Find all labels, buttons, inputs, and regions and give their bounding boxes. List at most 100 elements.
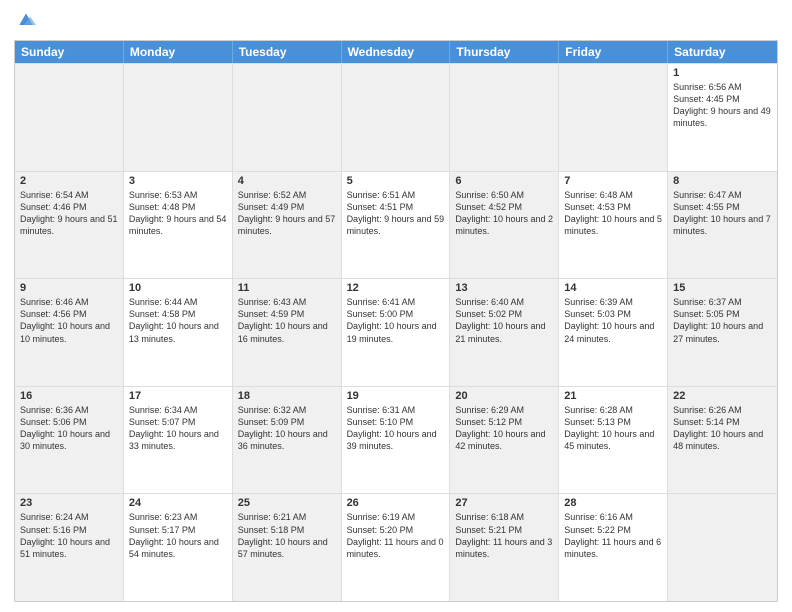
day-cell-26: 26 Sunrise: 6:19 AM Sunset: 5:20 PM Dayli… (342, 494, 451, 601)
calendar-header: SundayMondayTuesdayWednesdayThursdayFrid… (15, 41, 777, 63)
day-number: 16 (20, 390, 118, 402)
calendar-body: 1Sunrise: 6:56 AM Sunset: 4:45 PM Daylig… (15, 63, 777, 601)
day-number: 5 (347, 175, 445, 187)
day-cell-4: 4 Sunrise: 6:52 AM Sunset: 4:49 PM Daylig… (233, 172, 342, 279)
day-number: 11 (238, 282, 336, 294)
day-info: Sunrise: 6:37 AM Sunset: 5:05 PM Dayligh… (673, 296, 772, 345)
day-number: 19 (347, 390, 445, 402)
day-cell-1: 1Sunrise: 6:56 AM Sunset: 4:45 PM Daylig… (668, 64, 777, 171)
day-number: 7 (564, 175, 662, 187)
weekday-header-wednesday: Wednesday (342, 41, 451, 63)
day-info: Sunrise: 6:48 AM Sunset: 4:53 PM Dayligh… (564, 189, 662, 238)
calendar-row-1: 2 Sunrise: 6:54 AM Sunset: 4:46 PM Daylig… (15, 171, 777, 279)
day-cell-8: 8 Sunrise: 6:47 AM Sunset: 4:55 PM Daylig… (668, 172, 777, 279)
day-number: 20 (455, 390, 553, 402)
day-cell-22: 22 Sunrise: 6:26 AM Sunset: 5:14 PM Dayli… (668, 387, 777, 494)
day-info: Sunrise: 6:18 AM Sunset: 5:21 PM Dayligh… (455, 511, 553, 560)
calendar-row-0: 1Sunrise: 6:56 AM Sunset: 4:45 PM Daylig… (15, 63, 777, 171)
day-cell-5: 5Sunrise: 6:51 AM Sunset: 4:51 PM Daylig… (342, 172, 451, 279)
day-info: Sunrise: 6:31 AM Sunset: 5:10 PM Dayligh… (347, 404, 445, 453)
day-info: Sunrise: 6:24 AM Sunset: 5:16 PM Dayligh… (20, 511, 118, 560)
day-number: 14 (564, 282, 662, 294)
day-number: 25 (238, 497, 336, 509)
day-cell-25: 25 Sunrise: 6:21 AM Sunset: 5:18 PM Dayli… (233, 494, 342, 601)
day-cell-13: 13 Sunrise: 6:40 AM Sunset: 5:02 PM Dayli… (450, 279, 559, 386)
calendar: SundayMondayTuesdayWednesdayThursdayFrid… (14, 40, 778, 602)
day-cell-20: 20 Sunrise: 6:29 AM Sunset: 5:12 PM Dayli… (450, 387, 559, 494)
weekday-header-thursday: Thursday (450, 41, 559, 63)
day-cell-27: 27 Sunrise: 6:18 AM Sunset: 5:21 PM Dayli… (450, 494, 559, 601)
day-number: 6 (455, 175, 553, 187)
day-cell-23: 23Sunrise: 6:24 AM Sunset: 5:16 PM Dayli… (15, 494, 124, 601)
day-info: Sunrise: 6:46 AM Sunset: 4:56 PM Dayligh… (20, 296, 118, 345)
day-info: Sunrise: 6:29 AM Sunset: 5:12 PM Dayligh… (455, 404, 553, 453)
day-number: 10 (129, 282, 227, 294)
day-cell-10: 10 Sunrise: 6:44 AM Sunset: 4:58 PM Dayli… (124, 279, 233, 386)
day-number: 17 (129, 390, 227, 402)
day-info: Sunrise: 6:50 AM Sunset: 4:52 PM Dayligh… (455, 189, 553, 238)
day-number: 8 (673, 175, 772, 187)
day-info: Sunrise: 6:26 AM Sunset: 5:14 PM Dayligh… (673, 404, 772, 453)
day-number: 4 (238, 175, 336, 187)
day-cell-15: 15 Sunrise: 6:37 AM Sunset: 5:05 PM Dayli… (668, 279, 777, 386)
empty-cell-0-4 (450, 64, 559, 171)
day-info: Sunrise: 6:40 AM Sunset: 5:02 PM Dayligh… (455, 296, 553, 345)
day-cell-3: 3Sunrise: 6:53 AM Sunset: 4:48 PM Daylig… (124, 172, 233, 279)
page: SundayMondayTuesdayWednesdayThursdayFrid… (0, 0, 792, 612)
empty-cell-0-0 (15, 64, 124, 171)
day-info: Sunrise: 6:41 AM Sunset: 5:00 PM Dayligh… (347, 296, 445, 345)
day-info: Sunrise: 6:34 AM Sunset: 5:07 PM Dayligh… (129, 404, 227, 453)
empty-cell-0-2 (233, 64, 342, 171)
empty-cell-0-5 (559, 64, 668, 171)
logo (14, 12, 36, 32)
day-info: Sunrise: 6:43 AM Sunset: 4:59 PM Dayligh… (238, 296, 336, 345)
day-number: 2 (20, 175, 118, 187)
weekday-header-saturday: Saturday (668, 41, 777, 63)
day-number: 15 (673, 282, 772, 294)
day-number: 13 (455, 282, 553, 294)
day-cell-17: 17 Sunrise: 6:34 AM Sunset: 5:07 PM Dayli… (124, 387, 233, 494)
day-cell-24: 24 Sunrise: 6:23 AM Sunset: 5:17 PM Dayli… (124, 494, 233, 601)
day-cell-11: 11 Sunrise: 6:43 AM Sunset: 4:59 PM Dayli… (233, 279, 342, 386)
day-cell-18: 18 Sunrise: 6:32 AM Sunset: 5:09 PM Dayli… (233, 387, 342, 494)
weekday-header-friday: Friday (559, 41, 668, 63)
day-cell-7: 7 Sunrise: 6:48 AM Sunset: 4:53 PM Daylig… (559, 172, 668, 279)
day-info: Sunrise: 6:23 AM Sunset: 5:17 PM Dayligh… (129, 511, 227, 560)
day-number: 9 (20, 282, 118, 294)
day-number: 18 (238, 390, 336, 402)
day-info: Sunrise: 6:19 AM Sunset: 5:20 PM Dayligh… (347, 511, 445, 560)
weekday-header-sunday: Sunday (15, 41, 124, 63)
day-cell-21: 21Sunrise: 6:28 AM Sunset: 5:13 PM Dayli… (559, 387, 668, 494)
day-info: Sunrise: 6:32 AM Sunset: 5:09 PM Dayligh… (238, 404, 336, 453)
header (14, 12, 778, 32)
day-info: Sunrise: 6:56 AM Sunset: 4:45 PM Dayligh… (673, 81, 772, 130)
day-info: Sunrise: 6:54 AM Sunset: 4:46 PM Dayligh… (20, 189, 118, 238)
day-info: Sunrise: 6:52 AM Sunset: 4:49 PM Dayligh… (238, 189, 336, 238)
day-info: Sunrise: 6:36 AM Sunset: 5:06 PM Dayligh… (20, 404, 118, 453)
calendar-row-4: 23Sunrise: 6:24 AM Sunset: 5:16 PM Dayli… (15, 493, 777, 601)
day-info: Sunrise: 6:28 AM Sunset: 5:13 PM Dayligh… (564, 404, 662, 453)
calendar-row-2: 9 Sunrise: 6:46 AM Sunset: 4:56 PM Daylig… (15, 278, 777, 386)
day-cell-9: 9 Sunrise: 6:46 AM Sunset: 4:56 PM Daylig… (15, 279, 124, 386)
day-info: Sunrise: 6:21 AM Sunset: 5:18 PM Dayligh… (238, 511, 336, 560)
day-number: 3 (129, 175, 227, 187)
weekday-header-monday: Monday (124, 41, 233, 63)
day-info: Sunrise: 6:16 AM Sunset: 5:22 PM Dayligh… (564, 511, 662, 560)
weekday-header-tuesday: Tuesday (233, 41, 342, 63)
day-info: Sunrise: 6:39 AM Sunset: 5:03 PM Dayligh… (564, 296, 662, 345)
day-number: 27 (455, 497, 553, 509)
day-cell-28: 28 Sunrise: 6:16 AM Sunset: 5:22 PM Dayli… (559, 494, 668, 601)
day-number: 22 (673, 390, 772, 402)
day-number: 28 (564, 497, 662, 509)
calendar-row-3: 16 Sunrise: 6:36 AM Sunset: 5:06 PM Dayli… (15, 386, 777, 494)
day-number: 12 (347, 282, 445, 294)
empty-cell-0-1 (124, 64, 233, 171)
day-cell-12: 12 Sunrise: 6:41 AM Sunset: 5:00 PM Dayli… (342, 279, 451, 386)
day-cell-14: 14 Sunrise: 6:39 AM Sunset: 5:03 PM Dayli… (559, 279, 668, 386)
day-info: Sunrise: 6:44 AM Sunset: 4:58 PM Dayligh… (129, 296, 227, 345)
day-cell-19: 19 Sunrise: 6:31 AM Sunset: 5:10 PM Dayli… (342, 387, 451, 494)
day-cell-16: 16 Sunrise: 6:36 AM Sunset: 5:06 PM Dayli… (15, 387, 124, 494)
day-info: Sunrise: 6:47 AM Sunset: 4:55 PM Dayligh… (673, 189, 772, 238)
day-number: 24 (129, 497, 227, 509)
day-number: 26 (347, 497, 445, 509)
